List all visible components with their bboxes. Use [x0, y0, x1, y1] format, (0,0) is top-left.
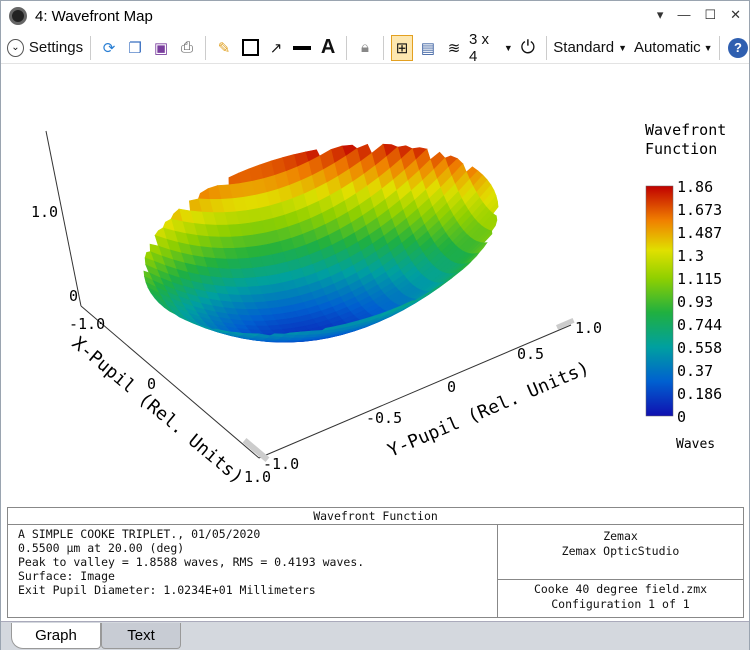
rectangle-icon[interactable]	[239, 35, 261, 61]
fit-icon[interactable]: ⊞	[391, 34, 414, 61]
legend-title: Function	[645, 140, 717, 158]
wavefront-surface	[143, 143, 499, 343]
info-details: A SIMPLE COOKE TRIPLET., 01/05/2020 0.55…	[8, 525, 498, 617]
separator	[90, 35, 92, 60]
print-icon[interactable]: ⎙	[176, 35, 198, 61]
legend-title: Wavefront	[645, 121, 726, 139]
y-axis-label: Y-Pupil (Rel. Units)	[385, 358, 593, 462]
y-tick-label: 0	[447, 378, 456, 396]
y-tick-label: -0.5	[366, 409, 402, 427]
wavefront-map-window: 4: Wavefront Map ▾ — ☐ ✕ ⌄ Settings ⟳ ❐ ▣…	[0, 0, 750, 650]
colorbar-tick-label: 1.673	[677, 201, 722, 219]
colorbar-tick-label: 1.487	[677, 224, 722, 242]
info-line: A SIMPLE COOKE TRIPLET., 01/05/2020	[18, 527, 261, 541]
surface-cell	[238, 168, 253, 184]
colorbar-tick-label: 0.558	[677, 339, 722, 357]
info-line: Surface: Image	[18, 569, 115, 583]
tab-bar: Graph Text	[1, 621, 749, 650]
info-line: 0.5500 µm at 20.00 (deg)	[18, 541, 185, 555]
colorbar-unit: Waves	[676, 437, 715, 452]
maximize-button[interactable]: ☐	[704, 7, 716, 23]
settings-button[interactable]: ⌄ Settings	[7, 35, 83, 61]
info-header: Wavefront Function	[8, 508, 743, 525]
tab-text[interactable]: Text	[101, 623, 181, 649]
info-line: Peak to valley = 1.8588 waves, RMS = 0.4…	[18, 555, 365, 569]
copy-icon[interactable]: ❐	[124, 35, 146, 61]
text-icon[interactable]: A	[317, 35, 339, 61]
z-tick-label: 0	[69, 287, 78, 305]
line-icon[interactable]	[291, 35, 313, 61]
standard-dropdown[interactable]: Standard ▼	[553, 35, 627, 61]
dropdown-button[interactable]: ▾	[657, 7, 664, 23]
z-tick-label: 1.0	[31, 203, 58, 221]
automatic-dropdown[interactable]: Automatic ▼	[634, 35, 713, 61]
minimize-button[interactable]: —	[677, 7, 690, 23]
arrow-icon[interactable]: ↗	[265, 35, 287, 61]
wavefront-3d-plot: 1.0 0 -1.0 0 1.0 -1.0 -0.5 0 0.5 1.0 X-P…	[31, 121, 726, 488]
separator	[346, 35, 348, 60]
chevron-down-icon: ⌄	[7, 38, 24, 57]
surface-cell	[228, 172, 241, 186]
colorbar-tick-label: 0.37	[677, 362, 713, 380]
surface-cell	[197, 188, 211, 200]
layout-dropdown[interactable]: 3 x 4 ▼	[469, 31, 513, 65]
separator	[383, 35, 385, 60]
y-tick-label: 1.0	[575, 319, 602, 337]
colorbar-tick-label: 0.744	[677, 316, 722, 334]
refresh-icon[interactable]: ⟳	[98, 35, 120, 61]
window-title: 4: Wavefront Map	[35, 7, 153, 25]
colorbar-tick-label: 0.93	[677, 293, 713, 311]
colorbar-tick-label: 1.3	[677, 247, 704, 265]
colorbar-tick-label: 1.115	[677, 270, 722, 288]
window-icon[interactable]: ▤	[417, 35, 439, 61]
lock-icon[interactable]: 🔒︎	[354, 35, 376, 61]
file-info: Cooke 40 degree field.zmx Configuration …	[533, 582, 708, 611]
layers-icon[interactable]: ≋	[443, 35, 465, 61]
toolbar: ⌄ Settings ⟳ ❐ ▣ ⎙ ✎ ↗ A 🔒︎ ⊞ ▤ ≋ 3 x 4 ▼ …	[1, 31, 749, 65]
tab-graph[interactable]: Graph	[11, 623, 101, 649]
company-info: Zemax Zemax OpticStudio	[498, 525, 743, 580]
separator	[205, 35, 207, 60]
close-button[interactable]: ✕	[730, 7, 741, 23]
colorbar-tick-label: 0.186	[677, 385, 722, 403]
pencil-icon[interactable]: ✎	[213, 35, 235, 61]
info-line: Exit Pupil Diameter: 1.0234E+01 Millimet…	[18, 583, 316, 597]
title-bar: 4: Wavefront Map ▾ — ☐ ✕	[1, 1, 749, 31]
info-panel: Wavefront Function A SIMPLE COOKE TRIPLE…	[7, 507, 744, 618]
help-icon[interactable]: ?	[727, 35, 749, 61]
rotate-icon[interactable]: ⏻	[517, 35, 539, 61]
x-axis-label: X-Pupil (Rel. Units)	[68, 333, 248, 488]
separator	[545, 35, 547, 60]
app-logo-icon	[9, 7, 27, 25]
colorbar	[645, 185, 674, 417]
x-tick-label: -1.0	[69, 315, 105, 333]
separator	[719, 35, 720, 60]
colorbar-tick-label: 0	[677, 408, 686, 426]
y-tick-label: 0.5	[517, 345, 544, 363]
y-tick-label: -1.0	[263, 455, 299, 473]
save-icon[interactable]: ▣	[150, 35, 172, 61]
colorbar-tick-label: 1.86	[677, 178, 713, 196]
